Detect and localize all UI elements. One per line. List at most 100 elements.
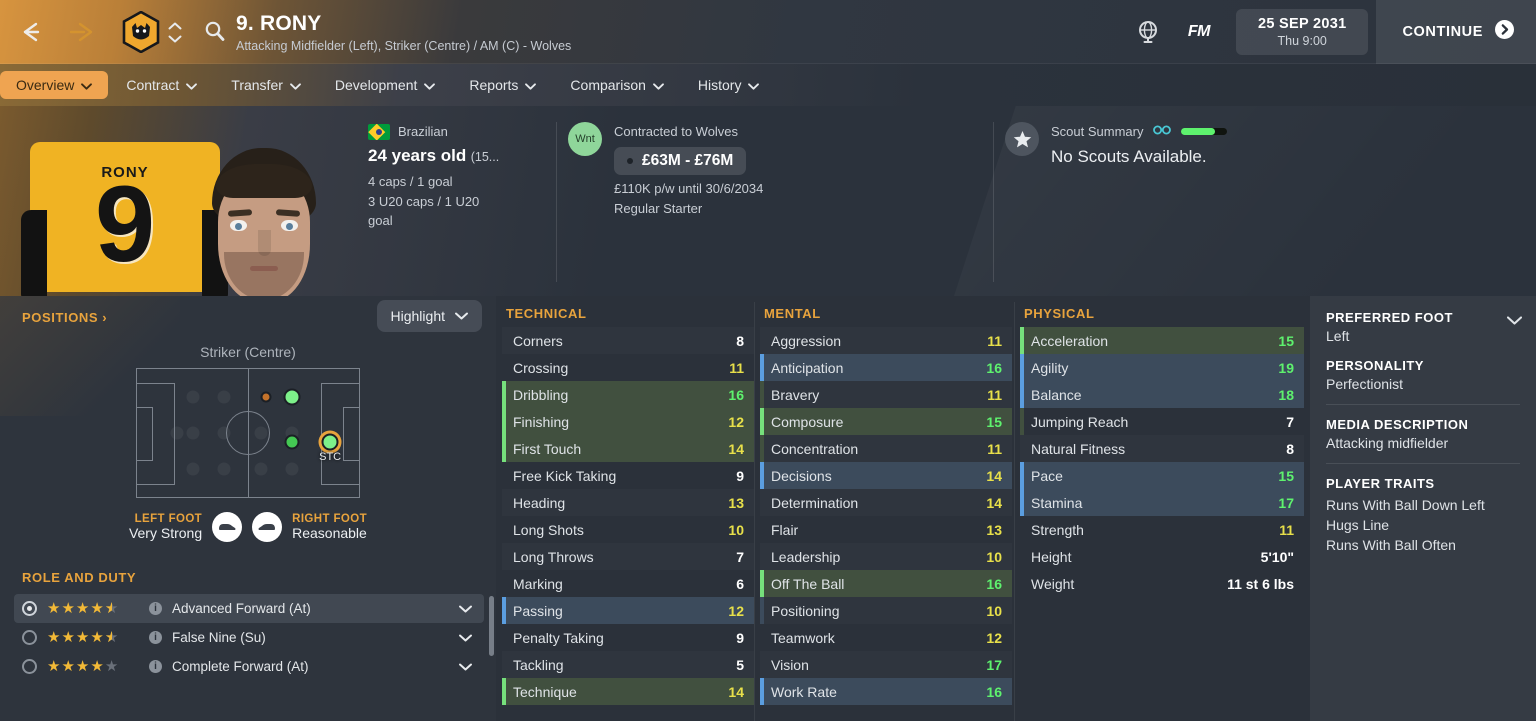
- scout-summary-text: No Scouts Available.: [1051, 146, 1207, 166]
- chevron-down-icon[interactable]: [459, 629, 472, 647]
- attribute-row[interactable]: Corners 8: [502, 327, 754, 354]
- attribute-row[interactable]: Marking 6: [502, 570, 754, 597]
- scout-summary-block: Scout Summary No Scouts Available.: [1005, 122, 1425, 282]
- attribute-row[interactable]: Weight 11 st 6 lbs: [1020, 570, 1304, 597]
- chevron-down-icon[interactable]: [1506, 312, 1523, 330]
- attribute-row[interactable]: Determination 14: [760, 489, 1012, 516]
- position-dot-inactive[interactable]: [186, 426, 199, 440]
- position-dot-inactive[interactable]: [217, 462, 231, 476]
- info-icon[interactable]: i: [149, 660, 162, 673]
- role-label: False Nine (Su): [172, 630, 266, 645]
- role-row[interactable]: ★ ★ ★ ★ ★ i Complete Forward (At): [14, 652, 484, 681]
- position-dot-inactive[interactable]: [186, 390, 199, 404]
- position-pitch-diagram[interactable]: STC: [136, 368, 360, 498]
- chevron-down-icon[interactable]: [459, 600, 472, 618]
- attribute-accent-bar: [760, 408, 764, 435]
- tab-development[interactable]: Development: [319, 71, 452, 99]
- attribute-row[interactable]: Bravery 11: [760, 381, 1012, 408]
- attribute-row[interactable]: First Touch 14: [502, 435, 754, 462]
- chevron-down-icon[interactable]: [459, 658, 472, 676]
- tab-contract[interactable]: Contract: [110, 71, 213, 99]
- attribute-row[interactable]: Free Kick Taking 9: [502, 462, 754, 489]
- position-dot-mc-good[interactable]: [284, 434, 300, 450]
- attribute-row[interactable]: Penalty Taking 9: [502, 624, 754, 651]
- position-dot-aml-minor[interactable]: [260, 391, 272, 403]
- tab-reports[interactable]: Reports: [453, 71, 552, 99]
- attribute-row[interactable]: Teamwork 12: [760, 624, 1012, 651]
- tab-overview[interactable]: Overview: [0, 71, 109, 99]
- attribute-row[interactable]: Off The Ball 16: [760, 570, 1012, 597]
- attribute-row[interactable]: Composure 15: [760, 408, 1012, 435]
- attribute-label: Balance: [1031, 386, 1082, 403]
- attribute-row[interactable]: Finishing 12: [502, 408, 754, 435]
- attribute-row[interactable]: Aggression 11: [760, 327, 1012, 354]
- attribute-row[interactable]: Work Rate 16: [760, 678, 1012, 705]
- player-spinner[interactable]: [168, 22, 182, 43]
- role-radio[interactable]: [22, 601, 37, 616]
- attribute-row[interactable]: Balance 18: [1020, 381, 1304, 408]
- wage-label: £110K p/w until 30/6/2034: [614, 180, 764, 196]
- attribute-row[interactable]: Positioning 10: [760, 597, 1012, 624]
- highlight-dropdown[interactable]: Highlight: [376, 300, 482, 332]
- role-radio[interactable]: [22, 630, 37, 645]
- attribute-value: 10: [728, 521, 744, 538]
- attribute-row[interactable]: Tackling 5: [502, 651, 754, 678]
- attribute-row[interactable]: Heading 13: [502, 489, 754, 516]
- arrow-right-icon[interactable]: [70, 17, 100, 47]
- attribute-row[interactable]: Natural Fitness 8: [1020, 435, 1304, 462]
- attribute-row[interactable]: Leadership 10: [760, 543, 1012, 570]
- attribute-accent-bar: [760, 435, 764, 462]
- arrow-left-icon[interactable]: [16, 17, 46, 47]
- panel-divider-2: [1326, 463, 1520, 464]
- attribute-row[interactable]: Concentration 11: [760, 435, 1012, 462]
- attribute-row[interactable]: Jumping Reach 7: [1020, 408, 1304, 435]
- position-dot-inactive[interactable]: [217, 390, 231, 404]
- role-list-scrollbar[interactable]: [489, 596, 494, 656]
- info-icon[interactable]: i: [149, 631, 162, 644]
- attribute-row[interactable]: Agility 19: [1020, 354, 1304, 381]
- continue-button[interactable]: CONTINUE: [1376, 0, 1536, 64]
- attribute-row[interactable]: Height 5'10": [1020, 543, 1304, 570]
- position-dot-amc-strong[interactable]: [283, 388, 301, 406]
- attribute-row[interactable]: Passing 12: [502, 597, 754, 624]
- attribute-row[interactable]: Flair 13: [760, 516, 1012, 543]
- role-radio[interactable]: [22, 659, 37, 674]
- game-date-box[interactable]: 25 SEP 2031 Thu 9:00: [1235, 9, 1369, 55]
- attribute-row[interactable]: Vision 17: [760, 651, 1012, 678]
- attribute-row[interactable]: Decisions 14: [760, 462, 1012, 489]
- attribute-row[interactable]: Pace 15: [1020, 462, 1304, 489]
- wolves-badge-icon[interactable]: [122, 10, 160, 54]
- attribute-accent-bar: [502, 543, 506, 570]
- positions-header[interactable]: POSITIONS ›: [22, 310, 107, 325]
- attribute-row[interactable]: Technique 14: [502, 678, 754, 705]
- star-icon: [1005, 122, 1039, 156]
- search-icon[interactable]: [202, 19, 228, 45]
- info-icon[interactable]: i: [149, 602, 162, 615]
- position-dot-inactive[interactable]: [186, 462, 199, 476]
- tab-transfer[interactable]: Transfer: [215, 71, 317, 99]
- chevron-right-circle-icon: [1495, 20, 1514, 44]
- attribute-row[interactable]: Long Throws 7: [502, 543, 754, 570]
- attribute-row[interactable]: Crossing 11: [502, 354, 754, 381]
- attribute-row[interactable]: Strength 11: [1020, 516, 1304, 543]
- attribute-accent-bar: [502, 624, 506, 651]
- attribute-row[interactable]: Acceleration 15: [1020, 327, 1304, 354]
- tab-history[interactable]: History: [682, 71, 776, 99]
- nationality-label: Brazilian: [398, 124, 448, 139]
- position-dot-stc-selected[interactable]: [321, 433, 339, 451]
- attribute-row[interactable]: Long Shots 10: [502, 516, 754, 543]
- attribute-row[interactable]: Stamina 17: [1020, 489, 1304, 516]
- star-full: ★: [90, 629, 104, 646]
- role-label: Complete Forward (At): [172, 659, 309, 674]
- position-dot-inactive[interactable]: [285, 462, 299, 476]
- position-dot-inactive[interactable]: [254, 462, 268, 476]
- globe-icon[interactable]: [1134, 18, 1162, 46]
- attribute-row[interactable]: Anticipation 16: [760, 354, 1012, 381]
- attribute-value: 12: [728, 602, 744, 619]
- player-value-pill[interactable]: £63M - £76M: [614, 146, 747, 175]
- star-full: ★: [75, 629, 90, 646]
- role-row[interactable]: ★★★★★★iAdvanced Forward (At): [14, 594, 484, 623]
- tab-comparison[interactable]: Comparison: [554, 71, 679, 99]
- attribute-row[interactable]: Dribbling 16: [502, 381, 754, 408]
- role-row[interactable]: ★★★★★★iFalse Nine (Su): [14, 623, 484, 652]
